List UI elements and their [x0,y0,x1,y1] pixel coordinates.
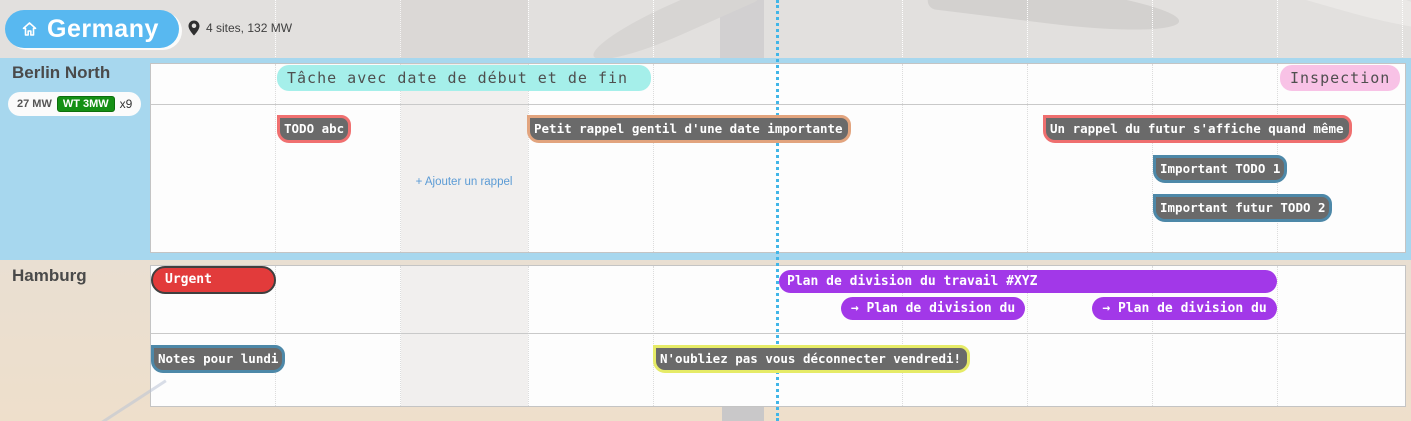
add-reminder-link[interactable]: + Ajouter un rappel [400,176,528,188]
turbine-count-label: x9 [120,97,133,111]
sites-summary-label: 4 sites, 132 MW [206,21,292,35]
task-bar-inspection[interactable]: Inspection [1280,65,1400,91]
turbine-blade-photo [1228,0,1411,41]
reminder-bar-petit-rappel[interactable]: Petit rappel gentil d'une date important… [527,115,851,143]
sidebar-site-berlin-north[interactable]: Berlin North [12,63,110,83]
grid-column-line [653,64,654,252]
highlighted-day-cell[interactable] [401,266,528,406]
task-bar-urgent[interactable]: Urgent [151,266,276,294]
task-bar-plan-xyz[interactable]: Plan de division du travail #XYZ [779,270,1277,293]
grid-column-line [400,266,401,406]
turbine-blade-photo [927,0,1182,39]
task-bar-label: Urgent [165,272,212,287]
capacity-label: 27 MW [17,98,52,110]
reminder-label: N'oubliez pas vous déconnecter vendredi! [660,351,961,366]
reminder-label: Important futur TODO 2 [1160,200,1326,215]
task-bar-label: → Plan de division du [1102,301,1266,316]
task-bar-plan-continuation-2[interactable]: → Plan de division du [1092,297,1277,320]
wind-farm-timeline-app: Germany 4 sites, 132 MW Berlin North 27 … [0,0,1411,421]
task-bar-label: Inspection [1290,69,1390,87]
turbine-type-badge: WT 3MW [57,96,115,112]
reminder-bar-important-todo-2[interactable]: Important futur TODO 2 [1153,194,1332,222]
reminder-label: TODO abc [284,121,344,136]
region-nav-pill[interactable]: Germany [5,10,179,48]
highlighted-day-cell[interactable] [401,64,528,252]
task-bar-label: Tâche avec date de début et de fin [287,69,628,87]
task-bar-date-range[interactable]: Tâche avec date de début et de fin [277,65,651,91]
sidebar-site-hamburg[interactable]: Hamburg [12,266,87,286]
turbine-tower-photo [722,407,764,421]
location-pin-icon [188,20,200,36]
grid-column-line [653,266,654,406]
task-bar-label: Plan de division du travail #XYZ [787,274,1037,289]
grid-column-line [902,64,903,252]
grid-column-line [528,64,529,252]
reminder-bar-futur-rappel[interactable]: Un rappel du futur s'affiche quand même [1043,115,1352,143]
grid-column-line [400,64,401,252]
reminder-label: Notes pour lundi [158,351,278,366]
reminder-label: Petit rappel gentil d'une date important… [534,121,843,136]
reminder-bar-notes-lundi[interactable]: Notes pour lundi [151,345,285,373]
grid-column-line [1027,64,1028,252]
reminder-bar-important-todo-1[interactable]: Important TODO 1 [1153,155,1287,183]
berlin-capacity-chip: 27 MW WT 3MW x9 [8,92,141,116]
task-bar-plan-continuation-1[interactable]: → Plan de division du [841,297,1025,320]
grid-column-line [275,64,276,252]
reminder-label: Important TODO 1 [1160,161,1280,176]
reminder-bar-deconnexion[interactable]: N'oubliez pas vous déconnecter vendredi! [653,345,970,373]
home-icon [21,21,38,37]
sites-summary: 4 sites, 132 MW [188,20,292,36]
reminder-label: Un rappel du futur s'affiche quand même [1050,121,1344,136]
grid-column-line [528,266,529,406]
region-label: Germany [47,15,159,44]
grid-column-line [1277,266,1278,406]
task-bar-label: → Plan de division du [851,301,1015,316]
reminder-bar-todo-abc[interactable]: TODO abc [277,115,351,143]
grid-column-line [275,266,276,406]
